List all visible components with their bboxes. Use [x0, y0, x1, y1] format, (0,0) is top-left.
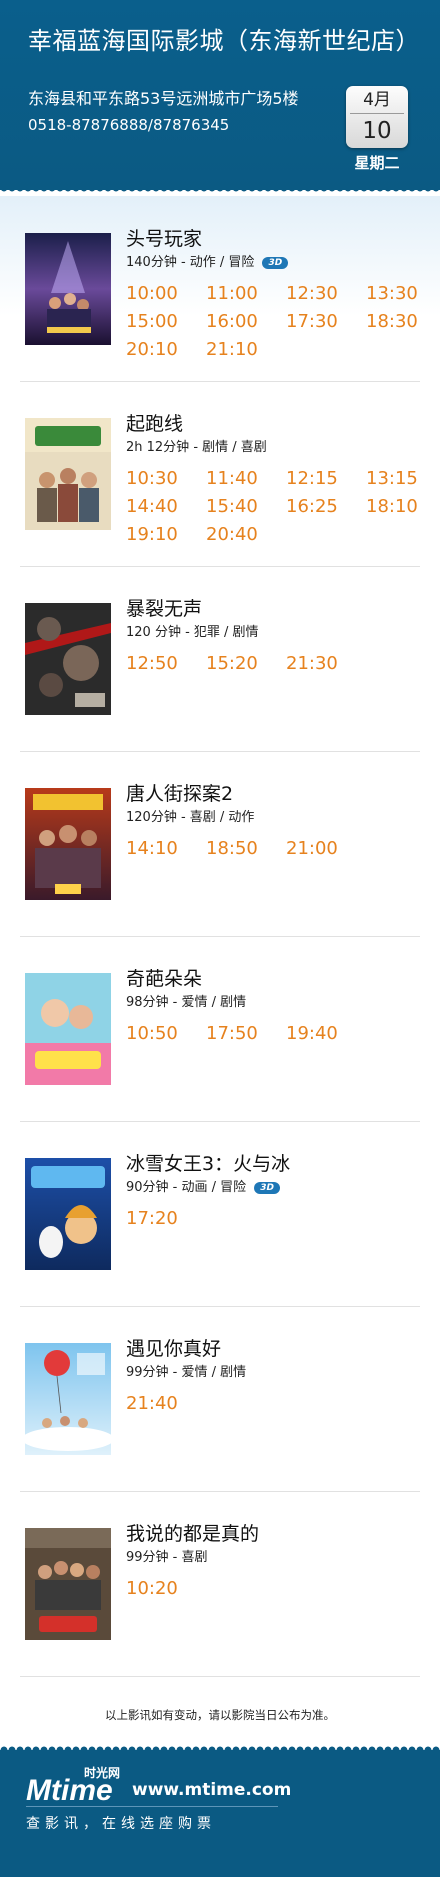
movie-meta: 140分钟 - 动作 / 冒险 3D: [126, 254, 289, 272]
movie-duration-genre: 99分钟 - 爱情 / 剧情: [126, 1365, 247, 1380]
movie-meta: 90分钟 - 动画 / 冒险 3D: [126, 1179, 281, 1197]
footer-slogan: 查影讯，在线选座购票: [26, 1816, 216, 1832]
showtime[interactable]: 10:50: [126, 1022, 178, 1046]
movie-duration-genre: 120 分钟 - 犯罪 / 剧情: [126, 625, 259, 640]
movie-title[interactable]: 冰雪女王3：火与冰: [126, 1151, 290, 1177]
cinema-header: 幸福蓝海国际影城（东海新世纪店） 东海县和平东路53号远洲城市广场5楼 0518…: [0, 0, 440, 190]
calendar-date-icon: 4月 10: [346, 86, 408, 148]
showtime[interactable]: 12:50: [126, 652, 178, 676]
movie-duration-genre: 120分钟 - 喜剧 / 动作: [126, 810, 255, 825]
showtime[interactable]: 11:40: [206, 467, 258, 491]
showtime[interactable]: 18:50: [206, 837, 258, 861]
movie-item[interactable]: 奇葩朵朵 98分钟 - 爱情 / 剧情 10:50 17:50 19:40: [0, 936, 440, 1122]
movie-duration-genre: 2h 12分钟 - 剧情 / 喜剧: [126, 440, 267, 455]
movie-item[interactable]: 唐人街探案2 120分钟 - 喜剧 / 动作 14:10 18:50 21:00: [0, 751, 440, 937]
showtime[interactable]: 15:20: [206, 652, 258, 676]
movie-duration-genre: 98分钟 - 爱情 / 剧情: [126, 995, 247, 1010]
movie-item[interactable]: 冰雪女王3：火与冰 90分钟 - 动画 / 冒险 3D 17:20: [0, 1121, 440, 1307]
movie-item[interactable]: 起跑线 2h 12分钟 - 剧情 / 喜剧 10:30 11:40 12:15 …: [0, 381, 440, 567]
showtime[interactable]: 16:00: [206, 310, 258, 334]
showtime[interactable]: 21:10: [206, 338, 258, 362]
calendar-divider: [350, 113, 404, 114]
cinema-phone: 0518-87876888/87876345: [28, 116, 230, 134]
movie-duration-genre: 99分钟 - 喜剧: [126, 1550, 208, 1565]
showtime[interactable]: 10:30: [126, 467, 178, 491]
showtime[interactable]: 12:30: [286, 282, 338, 306]
movie-title[interactable]: 遇见你真好: [126, 1336, 221, 1362]
movie-poster[interactable]: [25, 603, 111, 715]
footer-divider: [26, 1806, 278, 1807]
movie-title[interactable]: 唐人街探案2: [126, 781, 233, 807]
showtime[interactable]: 17:20: [126, 1207, 178, 1231]
website-link[interactable]: www.mtime.com: [132, 1779, 291, 1801]
movie-item[interactable]: 头号玩家 140分钟 - 动作 / 冒险 3D 10:00 11:00 12:30…: [0, 196, 440, 382]
brand-name: 时光网: [84, 1766, 121, 1780]
showtime[interactable]: 13:15: [366, 467, 418, 491]
showtime[interactable]: 11:00: [206, 282, 258, 306]
movie-poster[interactable]: [25, 233, 111, 345]
showtime[interactable]: 14:10: [126, 837, 178, 861]
cinema-address: 东海县和平东路53号远洲城市广场5楼: [28, 89, 299, 108]
date-weekday: 星期二: [354, 154, 400, 172]
movie-divider: [20, 1676, 420, 1677]
showtime[interactable]: 18:10: [366, 495, 418, 519]
showtime[interactable]: 17:30: [286, 310, 338, 334]
date-day: 10: [362, 118, 392, 144]
cinema-name: 幸福蓝海国际影城（东海新世纪店）: [28, 27, 420, 55]
movie-title[interactable]: 奇葩朵朵: [126, 966, 202, 992]
showtime[interactable]: 21:40: [126, 1392, 178, 1416]
movie-item[interactable]: 暴裂无声 120 分钟 - 犯罪 / 剧情 12:50 15:20 21:30: [0, 566, 440, 752]
showtime[interactable]: 19:10: [126, 523, 178, 547]
showtime[interactable]: 20:10: [126, 338, 178, 362]
movie-item[interactable]: 我说的都是真的 99分钟 - 喜剧 10:20: [0, 1491, 440, 1677]
showtime[interactable]: 16:25: [286, 495, 338, 519]
header-scallop-edge: [0, 188, 440, 196]
showtime[interactable]: 12:15: [286, 467, 338, 491]
showtime[interactable]: 10:00: [126, 282, 178, 306]
3d-badge-icon: 3D: [254, 1181, 281, 1194]
showtime[interactable]: 17:50: [206, 1022, 258, 1046]
schedule-notice: 以上影讯如有变动，请以影院当日公布为准。: [105, 1708, 335, 1722]
site-footer: Mtime 时光网 www.mtime.com 查影讯，在线选座购票: [0, 1742, 440, 1877]
movie-list: 头号玩家 140分钟 - 动作 / 冒险 3D 10:00 11:00 12:30…: [0, 196, 440, 1742]
movie-poster[interactable]: [25, 1343, 111, 1455]
movie-duration-genre: 90分钟 - 动画 / 冒险: [126, 1180, 247, 1195]
showtime[interactable]: 13:30: [366, 282, 418, 306]
showtime[interactable]: 19:40: [286, 1022, 338, 1046]
movie-title[interactable]: 我说的都是真的: [126, 1521, 259, 1547]
movie-title[interactable]: 头号玩家: [126, 226, 202, 252]
showtime[interactable]: 21:30: [286, 652, 338, 676]
showtime[interactable]: 20:40: [206, 523, 258, 547]
showtime[interactable]: 18:30: [366, 310, 418, 334]
3d-badge-icon: 3D: [262, 256, 289, 269]
showtime[interactable]: 10:20: [126, 1577, 178, 1601]
movie-poster[interactable]: [25, 1528, 111, 1640]
movie-title[interactable]: 起跑线: [126, 411, 183, 437]
movie-duration-genre: 140分钟 - 动作 / 冒险: [126, 255, 255, 270]
movie-poster[interactable]: [25, 788, 111, 900]
showtime[interactable]: 15:00: [126, 310, 178, 334]
movie-title[interactable]: 暴裂无声: [126, 596, 202, 622]
showtime[interactable]: 14:40: [126, 495, 178, 519]
movie-poster[interactable]: [25, 973, 111, 1085]
movie-item[interactable]: 遇见你真好 99分钟 - 爱情 / 剧情 21:40: [0, 1306, 440, 1492]
date-month: 4月: [363, 90, 391, 110]
movie-poster[interactable]: [25, 418, 111, 530]
movie-poster[interactable]: [25, 1158, 111, 1270]
showtime[interactable]: 21:00: [286, 837, 338, 861]
footer-scallop-edge: [0, 1742, 440, 1750]
showtime[interactable]: 15:40: [206, 495, 258, 519]
